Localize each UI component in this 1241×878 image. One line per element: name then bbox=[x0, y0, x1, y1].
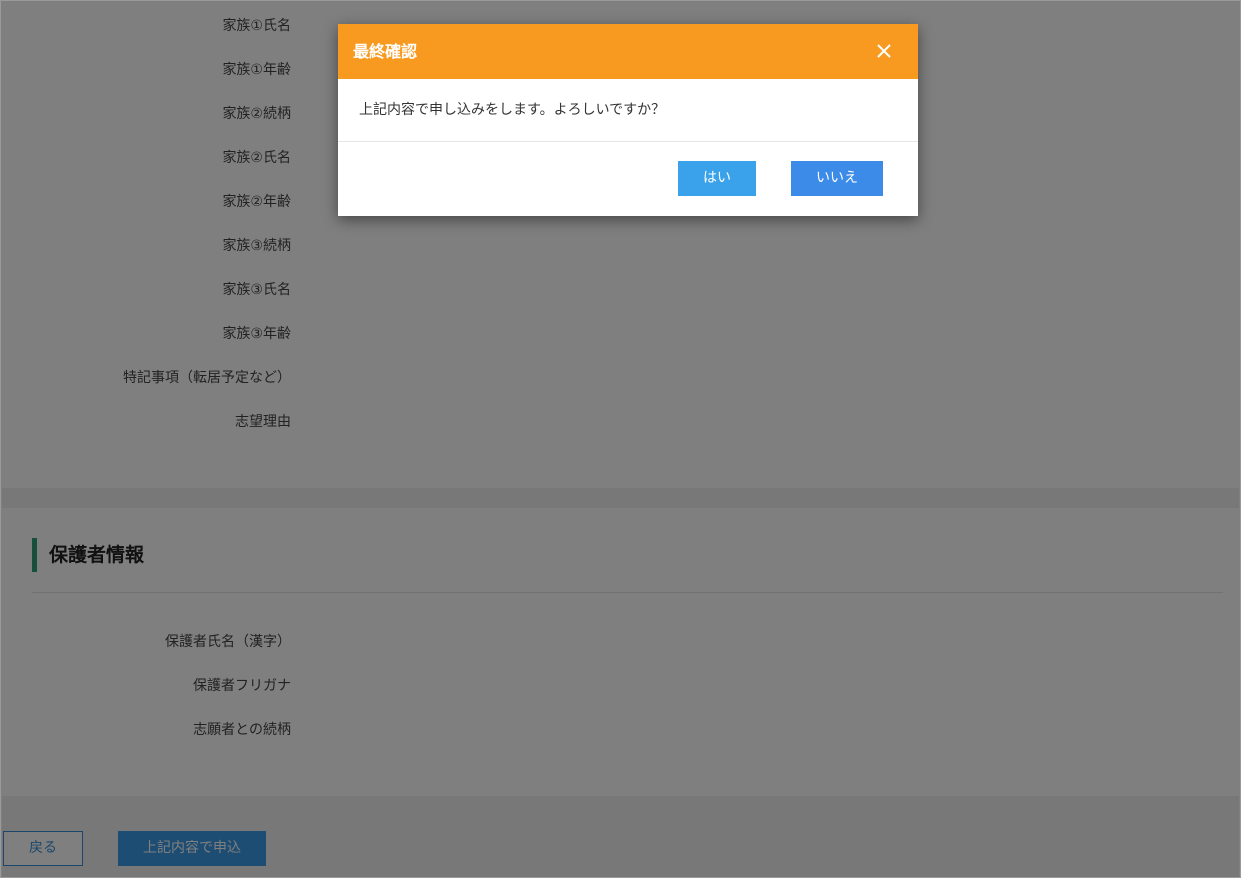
dialog-title: 最終確認 bbox=[353, 42, 418, 61]
dialog-header: 最終確認 bbox=[338, 24, 918, 79]
dialog-message: 上記内容で申し込みをします。よろしいですか？ bbox=[359, 102, 666, 118]
confirm-dialog: 最終確認 上記内容で申し込みをします。よろしいですか？ はい いいえ bbox=[338, 24, 918, 216]
dialog-divider bbox=[338, 141, 918, 142]
yes-button[interactable]: はい bbox=[678, 161, 756, 196]
no-button[interactable]: いいえ bbox=[791, 161, 883, 196]
close-icon[interactable] bbox=[872, 39, 896, 63]
